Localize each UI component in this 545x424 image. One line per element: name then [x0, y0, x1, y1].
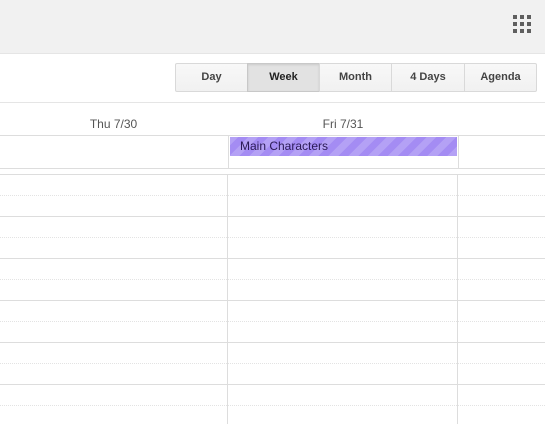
top-bar — [0, 0, 545, 54]
time-grid[interactable] — [0, 174, 545, 424]
hour-line — [0, 258, 545, 259]
four-days-view-button[interactable]: 4 Days — [391, 63, 465, 92]
half-hour-line — [0, 363, 545, 364]
view-toolbar: Day Week Month 4 Days Agenda — [0, 54, 545, 103]
half-hour-line — [0, 237, 545, 238]
agenda-view-button[interactable]: Agenda — [464, 63, 537, 92]
all-day-column-divider — [458, 136, 459, 168]
day-column-divider — [227, 175, 228, 424]
hour-line — [0, 342, 545, 343]
day-header-thu[interactable]: Thu 7/30 — [0, 117, 227, 131]
half-hour-line — [0, 321, 545, 322]
hour-line — [0, 384, 545, 385]
day-column-divider — [457, 175, 458, 424]
half-hour-line — [0, 195, 545, 196]
event-main-characters[interactable]: Main Characters — [230, 137, 457, 156]
apps-grid-icon[interactable] — [513, 15, 531, 33]
view-switcher: Day Week Month 4 Days Agenda — [175, 63, 537, 92]
half-hour-line — [0, 405, 545, 406]
all-day-column-divider — [228, 136, 229, 168]
day-header-fri[interactable]: Fri 7/31 — [228, 117, 458, 131]
hour-line — [0, 216, 545, 217]
half-hour-line — [0, 279, 545, 280]
week-view-button[interactable]: Week — [247, 63, 320, 92]
day-view-button[interactable]: Day — [175, 63, 248, 92]
hour-line — [0, 300, 545, 301]
month-view-button[interactable]: Month — [319, 63, 392, 92]
